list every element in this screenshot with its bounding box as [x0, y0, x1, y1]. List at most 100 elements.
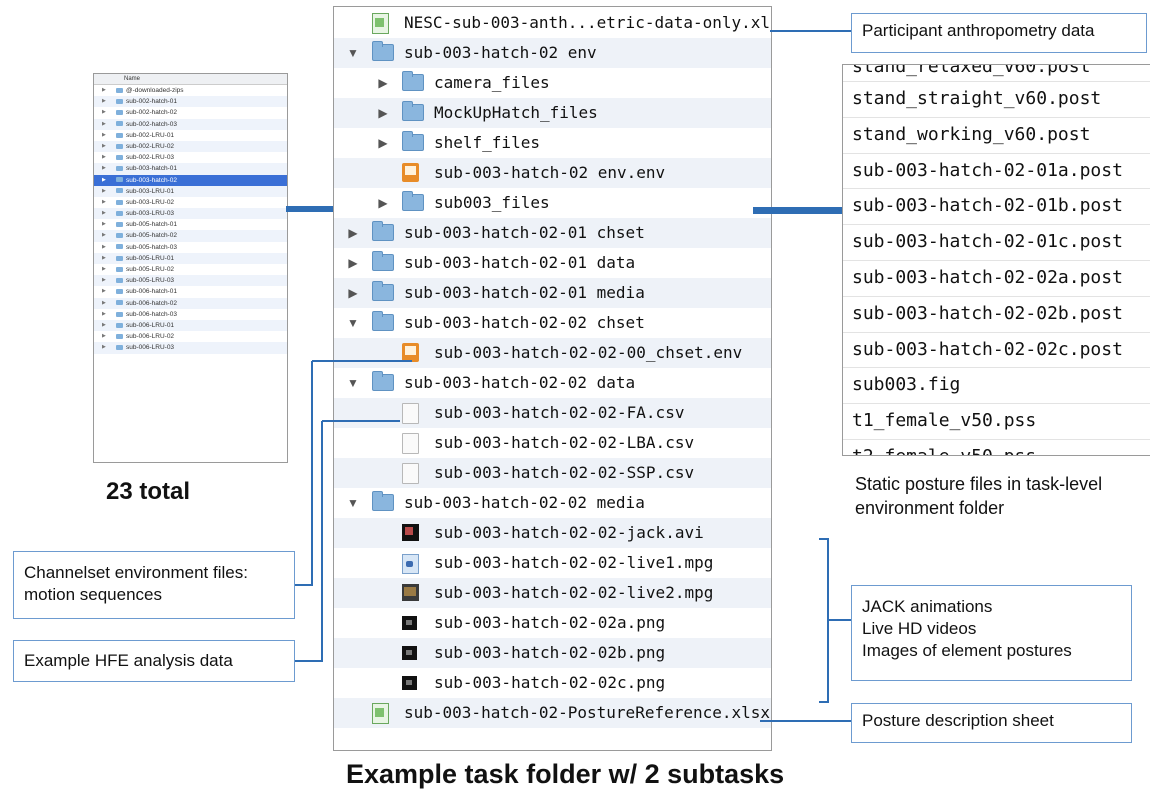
overview-folder-row[interactable]: ▶ @-downloaded-zips — [94, 85, 287, 96]
disclosure-triangle-icon[interactable]: ▶ — [102, 320, 106, 331]
disclosure-closed-icon[interactable]: ▶ — [346, 278, 360, 308]
posture-file-item[interactable]: t2_female_v50.pss — [843, 440, 1150, 455]
callout-media-line-1: JACK animations — [862, 597, 993, 616]
overview-folder-row[interactable]: ▶ sub-003-LRU-03 — [94, 208, 287, 220]
tree-row[interactable]: ▶ MockUpHatch_files — [334, 98, 771, 128]
overview-folder-row[interactable]: ▶ sub-005-hatch-03 — [94, 242, 287, 253]
disclosure-triangle-icon[interactable]: ▶ — [102, 85, 106, 96]
overview-folder-row[interactable]: ▶ sub-005-LRU-02 — [94, 264, 287, 275]
tree-row[interactable]: sub-003-hatch-02-02-FA.csv — [334, 398, 771, 428]
overview-folder-row[interactable]: ▶ sub-005-LRU-01 — [94, 252, 287, 264]
overview-folder-row[interactable]: ▶ sub-006-hatch-03 — [94, 309, 287, 320]
overview-folder-row[interactable]: ▶ sub-005-hatch-01 — [94, 219, 287, 230]
tree-row[interactable]: sub-003-hatch-02-02-00_chset.env — [334, 338, 771, 368]
posture-file-item[interactable]: sub-003-hatch-02-02a.post — [843, 261, 1150, 297]
disclosure-triangle-icon[interactable]: ▶ — [102, 96, 106, 107]
disclosure-open-icon[interactable]: ▼ — [346, 488, 360, 518]
overview-folder-row[interactable]: ▶ sub-005-LRU-03 — [94, 275, 287, 287]
overview-folder-row[interactable]: ▶ sub-002-LRU-02 — [94, 140, 287, 153]
overview-folder-row[interactable]: ▶ sub-002-hatch-02 — [94, 107, 287, 118]
disclosure-triangle-icon[interactable]: ▶ — [102, 119, 106, 130]
posture-file-item[interactable]: stand_straight_v60.post — [843, 82, 1150, 118]
tree-row[interactable]: ▼ sub-003-hatch-02-02 data — [334, 368, 771, 398]
overview-folder-row[interactable]: ▶ sub-003-LRU-02 — [94, 197, 287, 208]
overview-folder-row[interactable]: ▶ sub-006-LRU-01 — [94, 319, 287, 332]
tree-row[interactable]: sub-003-hatch-02 env.env — [334, 158, 771, 188]
tree-row[interactable]: sub-003-hatch-02-02-live2.mpg — [334, 578, 771, 608]
overview-folder-row[interactable]: ▶ sub-002-hatch-01 — [94, 96, 287, 108]
disclosure-open-icon[interactable]: ▼ — [346, 308, 360, 338]
tree-row[interactable]: ▶ sub-003-hatch-02-01 media — [334, 278, 771, 308]
disclosure-triangle-icon[interactable]: ▶ — [102, 331, 106, 342]
disclosure-triangle-icon[interactable]: ▶ — [102, 286, 106, 297]
tree-row[interactable]: ▶ camera_files — [334, 68, 771, 98]
disclosure-triangle-icon[interactable]: ▶ — [102, 186, 106, 197]
connector-fa-csv-elbow — [295, 421, 323, 662]
disclosure-triangle-icon[interactable]: ▶ — [102, 152, 106, 163]
posture-file-item[interactable]: t1_female_v50.pss — [843, 404, 1150, 440]
tree-row[interactable]: ▶ sub003_files — [334, 188, 771, 218]
disclosure-open-icon[interactable]: ▼ — [346, 38, 360, 68]
tree-row-label: sub-003-hatch-02-02-SSP.csv — [434, 463, 695, 482]
disclosure-triangle-icon[interactable]: ▶ — [102, 163, 106, 174]
disclosure-closed-icon[interactable]: ▶ — [376, 98, 390, 128]
overview-folder-row[interactable]: ▶ sub-002-hatch-03 — [94, 118, 287, 130]
disclosure-triangle-icon[interactable]: ▶ — [102, 342, 106, 353]
disclosure-triangle-icon[interactable]: ▶ — [102, 219, 106, 230]
tree-row[interactable]: sub-003-hatch-02-02-live1.mpg — [334, 548, 771, 578]
disclosure-triangle-icon[interactable]: ▶ — [102, 298, 106, 309]
posture-file-item[interactable]: sub-003-hatch-02-02c.post — [843, 333, 1150, 369]
tree-row[interactable]: sub-003-hatch-02-02c.png — [334, 668, 771, 698]
disclosure-triangle-icon[interactable]: ▶ — [102, 264, 106, 275]
tree-row[interactable]: NESC-sub-003-anth...etric-data-only.xlsx — [334, 8, 771, 38]
tree-row[interactable]: ▼ sub-003-hatch-02-02 media — [334, 488, 771, 518]
tree-row[interactable]: sub-003-hatch-02-02a.png — [334, 608, 771, 638]
posture-file-item[interactable]: sub-003-hatch-02-01c.post — [843, 225, 1150, 261]
disclosure-triangle-icon[interactable]: ▶ — [102, 208, 106, 219]
disclosure-triangle-icon[interactable]: ▶ — [102, 130, 106, 141]
png-image-icon — [402, 676, 417, 690]
disclosure-closed-icon[interactable]: ▶ — [376, 128, 390, 158]
disclosure-triangle-icon[interactable]: ▶ — [102, 309, 106, 320]
overview-folder-row[interactable]: ▶ sub-003-hatch-01 — [94, 163, 287, 175]
overview-folder-row[interactable]: ▶ sub-006-hatch-02 — [94, 297, 287, 309]
overview-folder-row[interactable]: ▶ sub-005-hatch-02 — [94, 230, 287, 242]
tree-row[interactable]: sub-003-hatch-02-02-jack.avi — [334, 518, 771, 548]
tree-row[interactable]: ▶ shelf_files — [334, 128, 771, 158]
overview-folder-row[interactable]: ▶ sub-003-LRU-01 — [94, 185, 287, 197]
tree-row[interactable]: sub-003-hatch-02-02-SSP.csv — [334, 458, 771, 488]
disclosure-open-icon[interactable]: ▼ — [346, 368, 360, 398]
disclosure-closed-icon[interactable]: ▶ — [346, 218, 360, 248]
disclosure-triangle-icon[interactable]: ▶ — [102, 107, 106, 118]
overview-folder-row[interactable]: ▶ sub-006-hatch-01 — [94, 286, 287, 297]
posture-file-item[interactable]: sub003.fig — [843, 368, 1150, 405]
disclosure-triangle-icon[interactable]: ▶ — [102, 141, 106, 152]
task-folder-tree: NESC-sub-003-anth...etric-data-only.xlsx… — [333, 6, 772, 751]
overview-folder-row[interactable]: ▶ sub-003-hatch-02 — [94, 174, 287, 186]
posture-file-item[interactable]: stand_working_v60.post — [843, 118, 1150, 154]
disclosure-triangle-icon[interactable]: ▶ — [102, 230, 106, 241]
disclosure-triangle-icon[interactable]: ▶ — [102, 242, 106, 253]
tree-row[interactable]: sub-003-hatch-02-PostureReference.xlsx — [334, 698, 771, 728]
overview-folder-row[interactable]: ▶ sub-002-LRU-01 — [94, 130, 287, 141]
disclosure-closed-icon[interactable]: ▶ — [376, 188, 390, 218]
tree-row[interactable]: ▶ sub-003-hatch-02-01 data — [334, 248, 771, 278]
disclosure-closed-icon[interactable]: ▶ — [346, 248, 360, 278]
posture-file-item[interactable]: sub-003-hatch-02-01a.post — [843, 154, 1150, 190]
tree-row[interactable]: sub-003-hatch-02-02-LBA.csv — [334, 428, 771, 458]
posture-file-item[interactable]: sub-003-hatch-02-02b.post — [843, 297, 1150, 333]
disclosure-closed-icon[interactable]: ▶ — [376, 68, 390, 98]
tree-row[interactable]: sub-003-hatch-02-02b.png — [334, 638, 771, 668]
overview-folder-row[interactable]: ▶ sub-006-LRU-02 — [94, 331, 287, 342]
disclosure-triangle-icon[interactable]: ▶ — [102, 175, 106, 186]
disclosure-triangle-icon[interactable]: ▶ — [102, 197, 106, 208]
disclosure-triangle-icon[interactable]: ▶ — [102, 253, 106, 264]
tree-row[interactable]: ▼ sub-003-hatch-02-02 chset — [334, 308, 771, 338]
overview-folder-row[interactable]: ▶ sub-006-LRU-03 — [94, 342, 287, 354]
overview-folder-row[interactable]: ▶ sub-002-LRU-03 — [94, 152, 287, 163]
tree-row[interactable]: ▶ sub-003-hatch-02-01 chset — [334, 218, 771, 248]
tree-row[interactable]: ▼ sub-003-hatch-02 env — [334, 38, 771, 68]
posture-file-item[interactable]: stand_relaxed_v60.post — [843, 65, 1150, 82]
posture-file-item[interactable]: sub-003-hatch-02-01b.post — [843, 189, 1150, 226]
disclosure-triangle-icon[interactable]: ▶ — [102, 275, 106, 286]
